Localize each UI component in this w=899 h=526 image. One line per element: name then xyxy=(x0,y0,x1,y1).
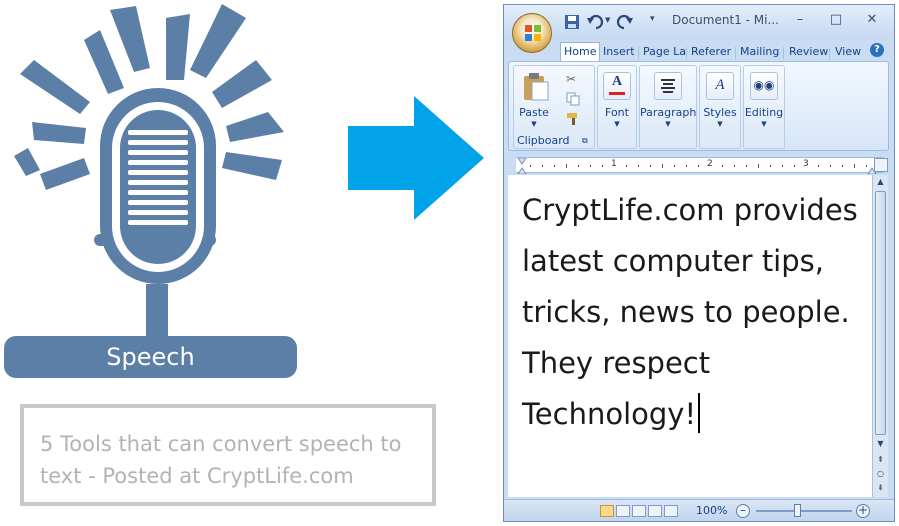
editing-label: Editing xyxy=(744,106,784,119)
paste-label[interactable]: Paste xyxy=(504,106,574,119)
microphone-illustration xyxy=(4,4,297,378)
ribbon-tabs: Home Insert Page La Referer Mailing Revi… xyxy=(504,39,894,61)
scroll-down-icon[interactable]: ▼ xyxy=(873,439,888,448)
paragraph-icon xyxy=(654,72,682,100)
undo-dropdown-icon[interactable]: ▼ xyxy=(605,16,610,34)
ruler-number: 1 xyxy=(611,159,617,169)
sound-ray xyxy=(20,60,90,114)
tab-insert[interactable]: Insert xyxy=(600,43,638,61)
sound-ray xyxy=(226,112,284,142)
font-group[interactable]: A Font ▼ xyxy=(597,65,637,149)
styles-dropdown-icon: ▼ xyxy=(717,120,723,128)
ruler-number: 2 xyxy=(707,159,713,169)
zoom-level[interactable]: 100% xyxy=(696,504,727,517)
help-icon[interactable]: ? xyxy=(870,43,884,57)
next-page-icon[interactable]: ⇟ xyxy=(873,483,888,492)
mic-stand xyxy=(146,284,168,342)
find-binoculars-icon: ◉◉ xyxy=(750,72,778,100)
styles-icon: A xyxy=(706,72,734,100)
tab-mailings[interactable]: Mailing xyxy=(737,43,782,61)
font-icon: A xyxy=(603,72,631,100)
minimize-button[interactable]: – xyxy=(789,11,811,29)
scroll-thumb[interactable] xyxy=(875,191,886,435)
paste-icon[interactable] xyxy=(522,72,550,102)
zoom-slider[interactable] xyxy=(756,510,852,512)
sound-ray xyxy=(14,148,40,176)
undo-icon[interactable] xyxy=(586,13,604,31)
tab-home[interactable]: Home xyxy=(560,42,601,61)
outline-view-button[interactable] xyxy=(648,505,662,517)
sound-ray xyxy=(166,14,190,80)
caption-text: 5 Tools that can convert speech to text … xyxy=(40,432,402,488)
sound-ray xyxy=(84,30,124,94)
window-title: Document1 - Mi... xyxy=(672,13,779,27)
speech-label: Speech xyxy=(106,343,195,371)
tab-view[interactable]: View xyxy=(832,43,864,61)
word-window: ▼ ▾ Document1 - Mi... – □ ✕ Home Insert … xyxy=(503,4,895,522)
save-icon[interactable] xyxy=(564,13,580,31)
ruler-ticks xyxy=(517,158,877,174)
paragraph-label: Paragraph xyxy=(640,106,697,119)
maximize-button[interactable]: □ xyxy=(825,11,847,29)
customize-toolbar-icon[interactable]: ▾ xyxy=(650,14,655,32)
document-text[interactable]: CryptLife.com provides latest computer t… xyxy=(522,185,867,440)
editing-dropdown-icon: ▼ xyxy=(761,120,767,128)
full-screen-reading-view-button[interactable] xyxy=(616,505,630,517)
sound-ray xyxy=(212,60,272,108)
tab-page-layout[interactable]: Page La xyxy=(640,43,686,61)
redo-icon[interactable] xyxy=(616,13,634,31)
paragraph-dropdown-icon: ▼ xyxy=(665,120,671,128)
paste-dropdown-icon[interactable]: ▼ xyxy=(504,120,574,128)
zoom-in-button[interactable]: + xyxy=(856,504,870,518)
previous-page-icon[interactable]: ⇞ xyxy=(873,455,888,464)
close-button[interactable]: ✕ xyxy=(861,11,883,29)
dialog-launcher-icon[interactable]: ⧉ xyxy=(582,136,588,146)
document-body: CryptLife.com provides latest computer t… xyxy=(522,193,858,431)
arrow-right-icon xyxy=(348,96,484,220)
cut-icon[interactable]: ✂ xyxy=(566,72,576,86)
document-page[interactable]: CryptLife.com provides latest computer t… xyxy=(508,175,872,497)
zoom-slider-knob[interactable] xyxy=(794,504,801,517)
text-cursor xyxy=(698,393,701,433)
status-bar: 100% – + xyxy=(504,499,894,521)
web-layout-view-button[interactable] xyxy=(632,505,646,517)
styles-group[interactable]: A Styles ▼ xyxy=(699,65,741,149)
vertical-scrollbar[interactable]: ▲ ▼ ⇞ ○ ⇟ xyxy=(872,175,888,497)
copy-icon[interactable] xyxy=(566,92,580,106)
clipboard-group: Paste ▼ ✂ Clipboard ⧉ xyxy=(513,65,595,149)
horizontal-ruler[interactable]: 1 2 3 xyxy=(516,157,884,174)
sound-ray xyxy=(40,158,90,190)
tab-review[interactable]: Review xyxy=(786,43,831,61)
font-dropdown-icon: ▼ xyxy=(614,120,620,128)
editing-group[interactable]: ◉◉ Editing ▼ xyxy=(743,65,785,149)
sound-ray xyxy=(222,152,282,180)
styles-label: Styles xyxy=(703,106,737,119)
select-browse-object-icon[interactable]: ○ xyxy=(873,469,888,478)
ruler-number: 3 xyxy=(803,159,809,169)
caption-box: 5 Tools that can convert speech to text … xyxy=(20,404,436,506)
paragraph-group[interactable]: Paragraph ▼ xyxy=(639,65,697,149)
draft-view-button[interactable] xyxy=(664,505,678,517)
tab-references[interactable]: Referer xyxy=(688,43,738,61)
sound-ray xyxy=(110,6,150,72)
format-painter-icon[interactable] xyxy=(566,112,580,126)
sound-ray xyxy=(32,122,86,144)
print-layout-view-button[interactable] xyxy=(600,505,614,517)
ribbon: Paste ▼ ✂ Clipboard ⧉ A Font ▼ Paragraph… xyxy=(508,61,889,151)
scroll-up-icon[interactable]: ▲ xyxy=(873,177,888,186)
sound-ray xyxy=(190,4,246,78)
zoom-out-button[interactable]: – xyxy=(736,504,750,518)
view-ruler-icon[interactable] xyxy=(874,158,888,172)
font-label: Font xyxy=(605,106,629,119)
title-bar: ▼ ▾ Document1 - Mi... – □ ✕ xyxy=(504,5,894,53)
